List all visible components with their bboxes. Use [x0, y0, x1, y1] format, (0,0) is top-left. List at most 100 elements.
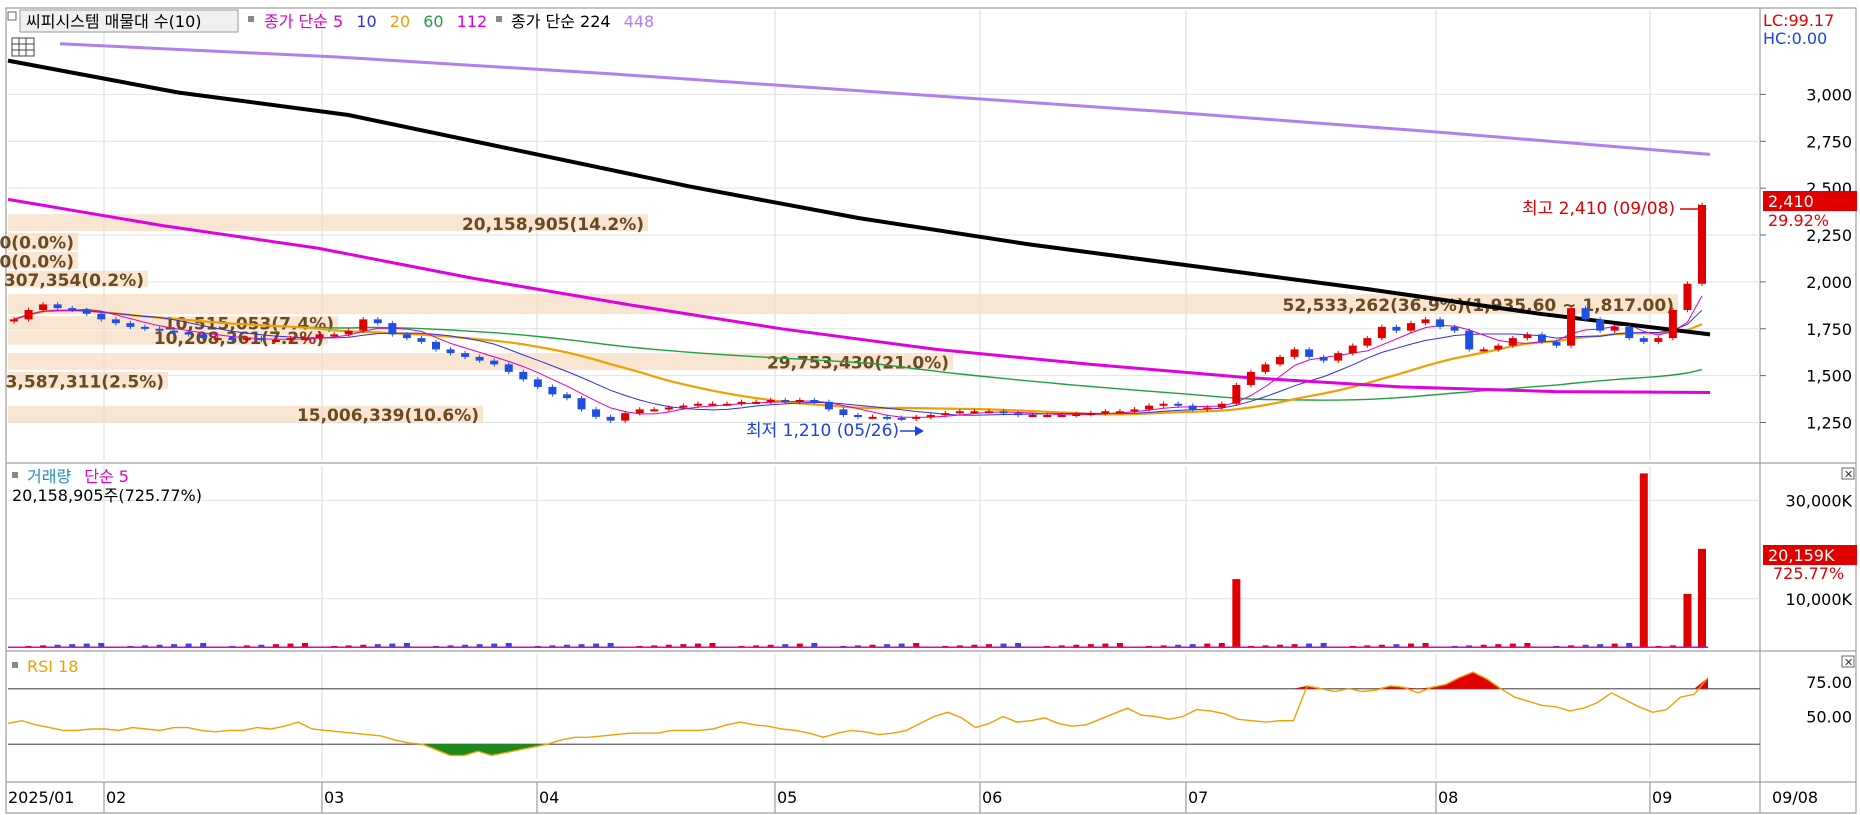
- candle-body: [257, 338, 266, 341]
- legend-ma10: 10: [356, 12, 376, 31]
- candle-body: [97, 313, 106, 320]
- price-tick-label: 2,000: [1806, 273, 1852, 292]
- volume-panel-title: 거래량: [27, 467, 71, 486]
- candle-body: [1479, 349, 1488, 352]
- candle-body: [1276, 356, 1284, 365]
- candle-body: [1246, 371, 1255, 385]
- rsi-panel-title: RSI 18: [27, 657, 78, 676]
- candle-body: [1465, 330, 1474, 350]
- volume-tick-label: 30,000K: [1786, 491, 1853, 510]
- candle-body: [388, 323, 397, 335]
- candle-body: [1305, 349, 1314, 357]
- close-volume-panel-icon[interactable]: ✕: [1844, 468, 1853, 481]
- candle-body: [199, 334, 208, 339]
- high-annotation: 최고 2,410 (09/08): [1522, 199, 1675, 219]
- candle-body: [1101, 411, 1110, 414]
- volume-spike-bar: [1698, 548, 1706, 648]
- volume-profile-label: 0(0.0%): [0, 252, 74, 272]
- candle-body: [1290, 349, 1299, 357]
- candle-body: [475, 356, 484, 361]
- candle-body: [1130, 409, 1139, 412]
- candle-body: [1552, 341, 1561, 346]
- candle-body: [1508, 338, 1517, 346]
- candle-body: [1406, 323, 1415, 331]
- volume-profile-label: 0(0.0%): [0, 234, 74, 254]
- candle-body: [621, 413, 630, 421]
- candle-body: [1188, 405, 1197, 410]
- price-tick-label: 2,750: [1806, 132, 1852, 151]
- candle-body: [1115, 411, 1124, 414]
- candle-body: [242, 338, 251, 341]
- candle-body: [1072, 414, 1081, 417]
- candle-body: [330, 334, 339, 337]
- candle-body: [795, 400, 804, 402]
- candle-body: [1334, 353, 1343, 361]
- candle-body: [824, 401, 833, 410]
- candle-body: [984, 411, 993, 414]
- candle-body: [1683, 283, 1692, 310]
- candle-body: [868, 416, 877, 419]
- candle-body: [737, 401, 746, 404]
- low-annotation: 최저 1,210 (05/26): [746, 421, 899, 441]
- candle-body: [39, 304, 48, 310]
- candle-body: [1567, 308, 1576, 346]
- last-change-label: 29.92%: [1768, 211, 1829, 230]
- candle-body: [1596, 319, 1605, 331]
- candle-body: [344, 330, 353, 335]
- candle-body: [402, 334, 411, 339]
- candle-body: [1377, 326, 1386, 339]
- candle-body: [155, 328, 164, 331]
- candle-body: [82, 310, 91, 314]
- candle-body: [1086, 413, 1095, 416]
- candle-body: [286, 338, 295, 341]
- candle-body: [548, 386, 557, 395]
- candle-body: [1217, 403, 1226, 408]
- legend-ma448: 448: [624, 12, 655, 31]
- x-tick-label: 06: [982, 788, 1002, 807]
- rsi-tick-label: 50.00: [1806, 708, 1852, 727]
- candle-body: [1014, 413, 1023, 416]
- legend-ma5: 종가 단순 5: [264, 12, 343, 31]
- candle-body: [1610, 326, 1619, 331]
- volume-tick-label: 10,000K: [1786, 590, 1853, 609]
- volume-profile-label: 29,753,430(21.0%): [767, 354, 949, 374]
- volume-profile-label: 15,006,339(10.6%): [297, 406, 479, 426]
- price-tick-label: 1,250: [1806, 414, 1852, 433]
- candle-body: [854, 415, 862, 417]
- legend-ma112: 112: [457, 12, 488, 31]
- candle-body: [1494, 345, 1503, 350]
- candle-body: [1436, 319, 1445, 327]
- last-volume-change: 725.77%: [1773, 564, 1844, 583]
- candle-body: [723, 403, 732, 406]
- candle-body: [140, 326, 149, 329]
- candle-body: [1450, 326, 1459, 331]
- candle-body: [359, 319, 368, 331]
- candle-body: [766, 400, 775, 402]
- price-tick-label: 1,750: [1806, 320, 1852, 339]
- candle-body: [912, 416, 921, 419]
- volume-spike-bar: [1683, 593, 1692, 648]
- x-tick-label: 02: [106, 788, 126, 807]
- candle-body: [519, 371, 528, 380]
- candle-body: [883, 416, 892, 419]
- date-axis-last: 09/08: [1772, 788, 1818, 807]
- x-tick-label: 04: [539, 788, 559, 807]
- candle-body: [1043, 415, 1052, 417]
- close-rsi-panel-icon[interactable]: ✕: [1844, 656, 1853, 669]
- candle-body: [373, 319, 382, 324]
- candle-body: [417, 338, 426, 342]
- candle-body: [1639, 338, 1648, 342]
- candle-body: [810, 400, 819, 402]
- candle-body: [1348, 345, 1357, 354]
- rsi-tick-label: 75.00: [1806, 673, 1852, 692]
- legend-ma224: 종가 단순 224: [511, 12, 611, 31]
- candle-body: [68, 308, 77, 311]
- candle-body: [504, 364, 513, 372]
- candle-body: [10, 319, 18, 322]
- candle-body: [577, 398, 586, 410]
- legend-ma60: 60: [423, 12, 443, 31]
- candle-body: [897, 417, 906, 420]
- price-panel-title[interactable]: 씨피시스템 매물대 수(10): [26, 12, 202, 31]
- candle-body: [752, 401, 761, 404]
- candle-body: [1581, 308, 1590, 320]
